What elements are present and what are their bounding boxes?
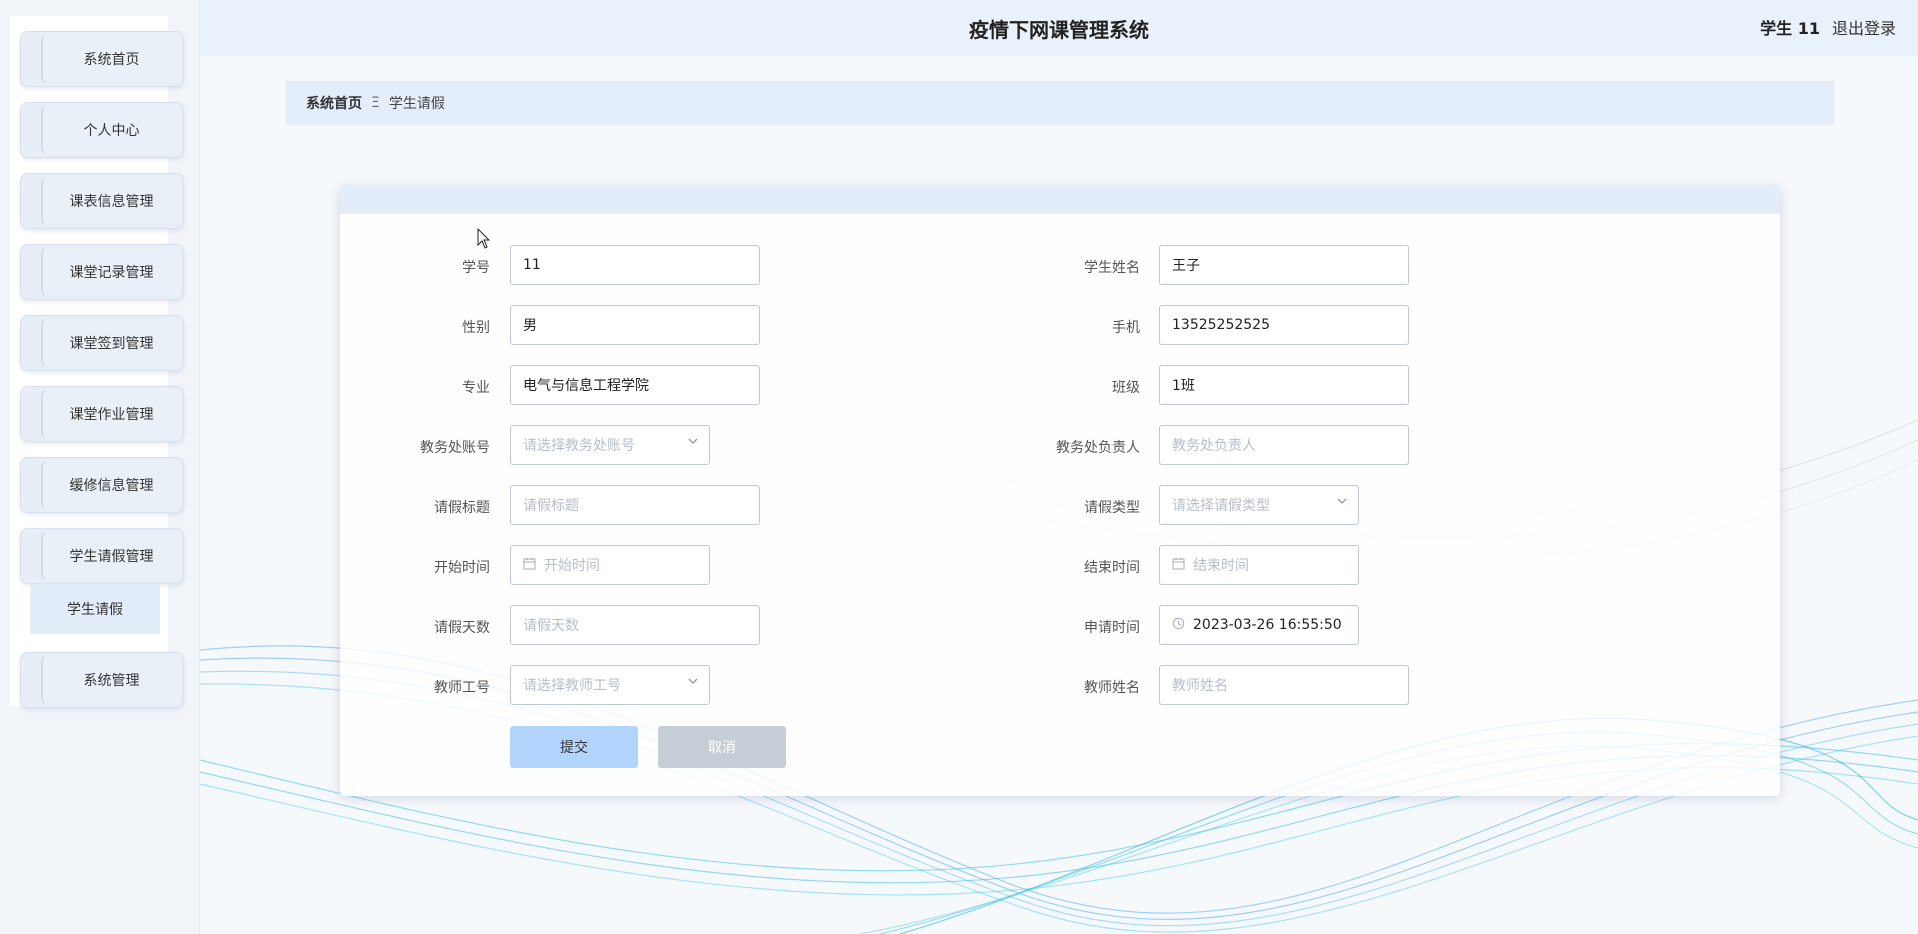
- teacher-id-placeholder: 请选择教师工号: [523, 678, 621, 694]
- apply-time-label: 申请时间: [1084, 620, 1140, 636]
- sidebar-item-homework[interactable]: 课堂作业管理: [20, 386, 184, 442]
- class-label: 班级: [1112, 380, 1140, 396]
- office-account-placeholder: 请选择教务处账号: [523, 438, 635, 454]
- office-manager-placeholder: 教务处负责人: [1172, 438, 1256, 454]
- chevron-down-icon: [687, 435, 699, 450]
- gender-input[interactable]: 男: [510, 305, 760, 345]
- leave-title-placeholder: 请假标题: [523, 498, 579, 514]
- sidebar-item-label: 个人中心: [41, 106, 180, 154]
- office-manager-label: 教务处负责人: [1056, 440, 1140, 456]
- end-time-label: 结束时间: [1084, 560, 1140, 576]
- start-time-placeholder: 开始时间: [544, 558, 600, 574]
- student-no-label: 学号: [462, 260, 490, 276]
- teacher-name-placeholder: 教师姓名: [1172, 678, 1228, 694]
- phone-value: 13525252525: [1172, 317, 1270, 333]
- app-title: 疫情下网课管理系统: [969, 18, 1149, 42]
- chevron-down-icon: [687, 675, 699, 690]
- submit-button[interactable]: 提交: [510, 726, 638, 768]
- sidebar-item-label: 学生请假管理: [41, 532, 180, 580]
- sidebar-item-home[interactable]: 系统首页: [20, 31, 184, 87]
- page-root: 系统首页 个人中心 课表信息管理 课堂记录管理 课堂签到管理 课堂作业管理 缓修…: [0, 0, 1918, 934]
- sidebar-item-label: 系统首页: [41, 35, 180, 83]
- breadcrumb: 系统首页 Ξ 学生请假: [286, 81, 1834, 125]
- start-time-label: 开始时间: [434, 560, 490, 576]
- teacher-name-input[interactable]: 教师姓名: [1159, 665, 1409, 705]
- chevron-down-icon: [1336, 495, 1348, 510]
- apply-time-value: 2023-03-26 16:55:50: [1193, 617, 1342, 633]
- sidebar-item-label: 课堂作业管理: [41, 390, 180, 438]
- phone-label: 手机: [1112, 320, 1140, 336]
- clock-icon: [1172, 617, 1185, 634]
- sidebar-item-label: 课表信息管理: [41, 177, 180, 225]
- office-account-label: 教务处账号: [420, 440, 490, 456]
- sidebar-item-label: 系统管理: [41, 656, 180, 704]
- student-no-value: 11: [523, 257, 541, 273]
- sidebar-item-class-records[interactable]: 课堂记录管理: [20, 244, 184, 300]
- student-name-value: 王子: [1172, 258, 1200, 274]
- office-account-select[interactable]: 请选择教务处账号: [510, 425, 710, 465]
- class-value: 1班: [1172, 378, 1195, 394]
- sidebar-item-label: 缓修信息管理: [41, 461, 180, 509]
- leave-type-select[interactable]: 请选择请假类型: [1159, 485, 1359, 525]
- student-name-label: 学生姓名: [1084, 260, 1140, 276]
- sidebar-item-label: 课堂签到管理: [41, 319, 180, 367]
- office-manager-input[interactable]: 教务处负责人: [1159, 425, 1409, 465]
- start-time-picker[interactable]: 开始时间: [510, 545, 710, 585]
- teacher-id-label: 教师工号: [434, 680, 490, 696]
- sidebar-item-label: 课堂记录管理: [41, 248, 180, 296]
- apply-time-picker[interactable]: 2023-03-26 16:55:50: [1159, 605, 1359, 645]
- calendar-icon: [523, 557, 536, 574]
- sidebar-item-timetable[interactable]: 课表信息管理: [20, 173, 184, 229]
- teacher-id-select[interactable]: 请选择教师工号: [510, 665, 710, 705]
- sidebar-item-checkin[interactable]: 课堂签到管理: [20, 315, 184, 371]
- leave-days-input[interactable]: 请假天数: [510, 605, 760, 645]
- phone-input[interactable]: 13525252525: [1159, 305, 1409, 345]
- class-input[interactable]: 1班: [1159, 365, 1409, 405]
- sidebar-subitem-leave[interactable]: 学生请假: [30, 584, 160, 634]
- leave-type-label: 请假类型: [1084, 500, 1140, 516]
- teacher-name-label: 教师姓名: [1084, 680, 1140, 696]
- gender-label: 性别: [462, 320, 490, 336]
- mouse-cursor-icon: [477, 227, 491, 254]
- major-label: 专业: [462, 380, 490, 396]
- top-header: 疫情下网课管理系统 学生 11 退出登录: [200, 0, 1918, 56]
- sidebar-item-profile[interactable]: 个人中心: [20, 102, 184, 158]
- leave-title-label: 请假标题: [434, 500, 490, 516]
- sidebar-item-deferral[interactable]: 缓修信息管理: [20, 457, 184, 513]
- end-time-picker[interactable]: 结束时间: [1159, 545, 1359, 585]
- student-no-input[interactable]: 11: [510, 245, 760, 285]
- leave-type-placeholder: 请选择请假类型: [1172, 498, 1270, 514]
- gender-value: 男: [523, 318, 537, 334]
- breadcrumb-home[interactable]: 系统首页: [306, 93, 362, 113]
- leave-days-label: 请假天数: [434, 620, 490, 636]
- sidebar-item-system[interactable]: 系统管理: [20, 652, 184, 708]
- leave-days-placeholder: 请假天数: [523, 618, 579, 634]
- current-user: 学生 11: [1760, 19, 1820, 38]
- major-input[interactable]: 电气与信息工程学院: [510, 365, 760, 405]
- cancel-button[interactable]: 取消: [658, 726, 786, 768]
- leave-title-input[interactable]: 请假标题: [510, 485, 760, 525]
- student-name-input[interactable]: 王子: [1159, 245, 1409, 285]
- calendar-icon: [1172, 557, 1185, 574]
- sidebar: 系统首页 个人中心 课表信息管理 课堂记录管理 课堂签到管理 课堂作业管理 缓修…: [0, 0, 200, 934]
- breadcrumb-separator: Ξ: [371, 95, 380, 111]
- card-header-bar: [340, 186, 1780, 214]
- major-value: 电气与信息工程学院: [523, 378, 649, 394]
- sidebar-item-leave-management[interactable]: 学生请假管理: [20, 528, 184, 584]
- logout-link[interactable]: 退出登录: [1832, 15, 1896, 39]
- end-time-placeholder: 结束时间: [1193, 558, 1249, 574]
- breadcrumb-current: 学生请假: [388, 96, 445, 112]
